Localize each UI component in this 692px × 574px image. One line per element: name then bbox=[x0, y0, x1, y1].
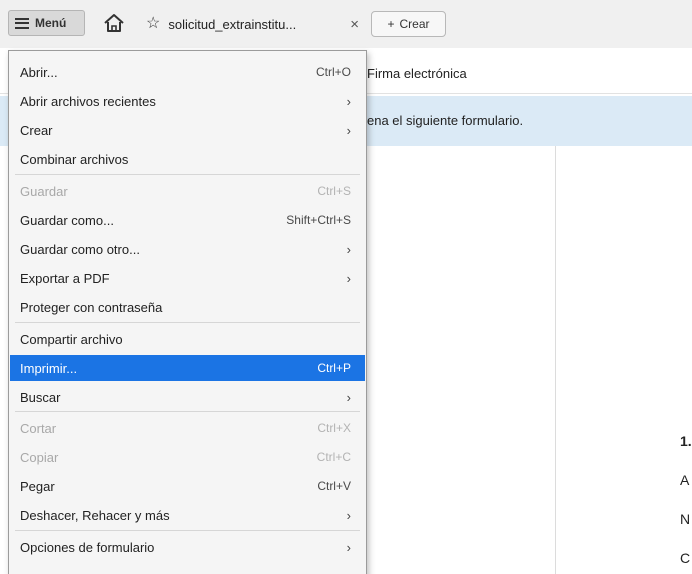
menu-item-label: Pegar bbox=[20, 478, 55, 494]
menu-item-combinar-archivos[interactable]: Combinar archivos bbox=[10, 146, 365, 172]
menu-item-guardar-como-otro[interactable]: Guardar como otro... › bbox=[10, 236, 365, 262]
home-icon bbox=[104, 14, 124, 32]
menu-item-label: Abrir archivos recientes bbox=[20, 93, 156, 109]
menu-separator bbox=[15, 322, 360, 323]
menu-separator bbox=[15, 174, 360, 175]
menu-separator bbox=[15, 530, 360, 531]
main-menu-dropdown: Abrir... Ctrl+O Abrir archivos recientes › C… bbox=[8, 50, 367, 574]
plus-icon: + bbox=[387, 17, 395, 31]
document-area bbox=[557, 146, 692, 574]
chevron-right-icon: › bbox=[346, 241, 351, 257]
menu-item-label: Exportar a PDF bbox=[20, 270, 110, 286]
tab-title: solicitud_extrainstitu... bbox=[168, 16, 297, 32]
menu-item-guardar-como[interactable]: Guardar como... Shift+Ctrl+S bbox=[10, 207, 365, 233]
chevron-right-icon: › bbox=[346, 507, 351, 523]
menu-item-pegar[interactable]: Pegar Ctrl+V bbox=[10, 473, 365, 499]
document-title: Firma electrónica bbox=[367, 66, 467, 81]
menu-item-cortar[interactable]: Cortar Ctrl+X bbox=[10, 415, 365, 441]
document-text-fragment: C bbox=[680, 550, 691, 566]
info-banner-text: ena el siguiente formulario. bbox=[367, 113, 524, 128]
home-button[interactable] bbox=[101, 11, 127, 35]
menu-item-label: Compartir archivo bbox=[20, 331, 123, 347]
tab-bar: Menú ☆ solicitud_extrainstitu... × + Cre… bbox=[0, 0, 692, 48]
menu-item-compartir-archivo[interactable]: Compartir archivo bbox=[10, 326, 365, 352]
menu-item-proteger-contrasena[interactable]: Proteger con contraseña bbox=[10, 294, 365, 320]
menu-item-shortcut: Ctrl+O bbox=[315, 65, 351, 79]
menu-item-label: Buscar bbox=[20, 389, 61, 405]
menu-item-label: Crear bbox=[20, 122, 53, 138]
menu-item-label: Abrir... bbox=[20, 64, 58, 80]
menu-button[interactable]: Menú bbox=[8, 10, 85, 36]
menu-item-shortcut: Ctrl+P bbox=[317, 361, 351, 375]
menu-item-guardar[interactable]: Guardar Ctrl+S bbox=[10, 178, 365, 204]
menu-item-opciones-formulario[interactable]: Opciones de formulario › bbox=[10, 534, 365, 560]
menu-item-shortcut: Ctrl+X bbox=[317, 421, 351, 435]
menu-item-shortcut: Ctrl+C bbox=[316, 450, 351, 464]
menu-item-shortcut: Ctrl+V bbox=[317, 479, 351, 493]
document-text-fragment: N bbox=[680, 511, 691, 527]
menu-button-label: Menú bbox=[35, 16, 67, 30]
menu-item-label: Imprimir... bbox=[20, 360, 78, 376]
menu-item-label: Deshacer, Rehacer y más bbox=[20, 507, 170, 523]
chevron-right-icon: › bbox=[346, 389, 351, 405]
menu-item-copiar[interactable]: Copiar Ctrl+C bbox=[10, 444, 365, 470]
menu-item-label: Guardar como... bbox=[20, 212, 114, 228]
menu-item-label: Guardar bbox=[20, 183, 68, 199]
chevron-right-icon: › bbox=[346, 270, 351, 286]
menu-item-label: Copiar bbox=[20, 449, 59, 465]
document-text-fragment: 1. bbox=[680, 433, 692, 449]
star-icon[interactable]: ☆ bbox=[146, 16, 160, 32]
close-icon[interactable]: × bbox=[350, 16, 359, 33]
menu-item-imprimir[interactable]: Imprimir... Ctrl+P bbox=[10, 355, 365, 381]
chevron-right-icon: › bbox=[346, 539, 351, 555]
menu-item-label: Proteger con contraseña bbox=[20, 299, 163, 315]
menu-item-shortcut: Shift+Ctrl+S bbox=[286, 213, 351, 227]
hamburger-icon bbox=[15, 17, 29, 29]
chevron-right-icon: › bbox=[346, 93, 351, 109]
create-button[interactable]: + Crear bbox=[371, 11, 446, 37]
menu-item-buscar[interactable]: Buscar › bbox=[10, 384, 365, 410]
menu-item-label: Cortar bbox=[20, 420, 57, 436]
tab-document[interactable]: ☆ solicitud_extrainstitu... × bbox=[140, 9, 365, 39]
menu-item-label: Guardar como otro... bbox=[20, 241, 140, 257]
menu-item-deshacer-rehacer[interactable]: Deshacer, Rehacer y más › bbox=[10, 502, 365, 528]
chevron-right-icon: › bbox=[346, 122, 351, 138]
menu-separator bbox=[15, 411, 360, 412]
create-button-label: Crear bbox=[399, 17, 430, 31]
menu-item-label: Combinar archivos bbox=[20, 151, 129, 167]
document-text-fragment: A bbox=[680, 472, 690, 488]
menu-item-crear[interactable]: Crear › bbox=[10, 117, 365, 143]
menu-item-exportar-pdf[interactable]: Exportar a PDF › bbox=[10, 265, 365, 291]
menu-item-abrir[interactable]: Abrir... Ctrl+O bbox=[10, 59, 365, 85]
menu-item-abrir-recientes[interactable]: Abrir archivos recientes › bbox=[10, 88, 365, 114]
menu-item-label: Opciones de formulario bbox=[20, 539, 155, 555]
menu-item-shortcut: Ctrl+S bbox=[317, 184, 351, 198]
